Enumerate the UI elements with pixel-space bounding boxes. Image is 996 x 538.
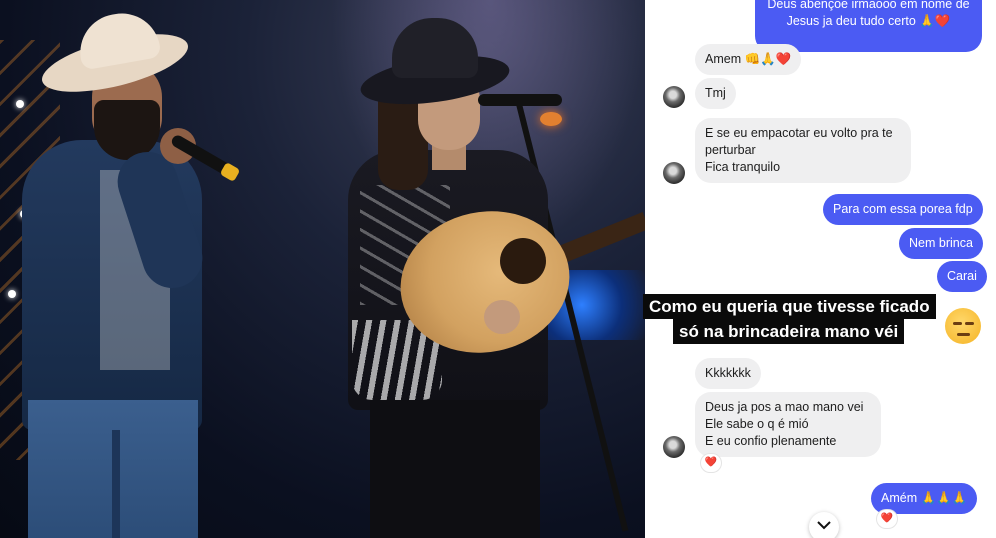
message-outgoing[interactable]: Nem brinca [899, 228, 983, 259]
message-incoming[interactable]: Tmj [695, 78, 736, 109]
message-line: E se eu empacotar eu volto pra te [705, 126, 893, 140]
message-line: Deus ja pos a mao mano vei [705, 400, 864, 414]
scroll-to-bottom-button[interactable] [809, 512, 839, 538]
guitar-soundhole [500, 238, 546, 284]
performer-1-legs [112, 430, 120, 538]
heart-icon: ❤️ [880, 513, 894, 524]
message-incoming[interactable]: Amem 👊🙏❤️ [695, 44, 802, 75]
message-text: Deus abençoe irmaooo em nome de Jesus ja… [767, 0, 970, 28]
message-text: Para com essa porea fdp [833, 202, 973, 216]
unamused-face-icon [945, 308, 981, 344]
message-incoming[interactable]: Kkkkkkk [695, 358, 761, 389]
heart-reaction[interactable]: ❤️ [701, 454, 721, 472]
performer-2-hand [484, 300, 520, 334]
contact-avatar[interactable] [663, 162, 685, 184]
message-line: E eu confio plenamente [705, 434, 837, 448]
heart-reaction[interactable]: ❤️ [877, 510, 897, 528]
contact-avatar[interactable] [663, 436, 685, 458]
stage-led [8, 290, 16, 298]
message-text: Amém 🙏🙏🙏 [881, 491, 968, 505]
heart-icon: ❤️ [704, 457, 718, 468]
message-text: Amem 👊🙏❤️ [705, 52, 792, 66]
emoji-mouth [957, 333, 970, 336]
message-outgoing[interactable]: Para com essa porea fdp [823, 194, 983, 225]
message-line: Fica tranquilo [705, 160, 781, 174]
message-line: Ele sabe o q é mió [705, 417, 809, 431]
performer-2-pants [370, 400, 540, 538]
message-incoming[interactable]: Deus ja pos a mao mano vei Ele sabe o q … [695, 392, 881, 457]
emoji-eye [953, 322, 962, 325]
message-outgoing[interactable]: Carai [937, 261, 987, 292]
message-text: Kkkkkkk [705, 366, 751, 380]
microphone-2 [478, 94, 562, 106]
concert-photo [0, 0, 645, 538]
emoji-eye [965, 322, 974, 325]
caption-line-2: só na brincadeira mano véi [673, 319, 905, 344]
stage-bokeh [540, 112, 562, 126]
chat-thread[interactable]: Deus abençoe irmaooo em nome de Jesus ja… [645, 0, 996, 538]
message-incoming[interactable]: E se eu empacotar eu volto pra te pertur… [695, 118, 911, 183]
caption-line-1: Como eu queria que tivesse ficado [643, 294, 936, 319]
message-text: Tmj [705, 86, 726, 100]
message-text: Nem brinca [909, 236, 973, 250]
contact-avatar[interactable] [663, 86, 685, 108]
message-text: Carai [947, 269, 977, 283]
stage-led [16, 100, 24, 108]
message-line: perturbar [705, 143, 756, 157]
chevron-down-icon [817, 521, 831, 530]
